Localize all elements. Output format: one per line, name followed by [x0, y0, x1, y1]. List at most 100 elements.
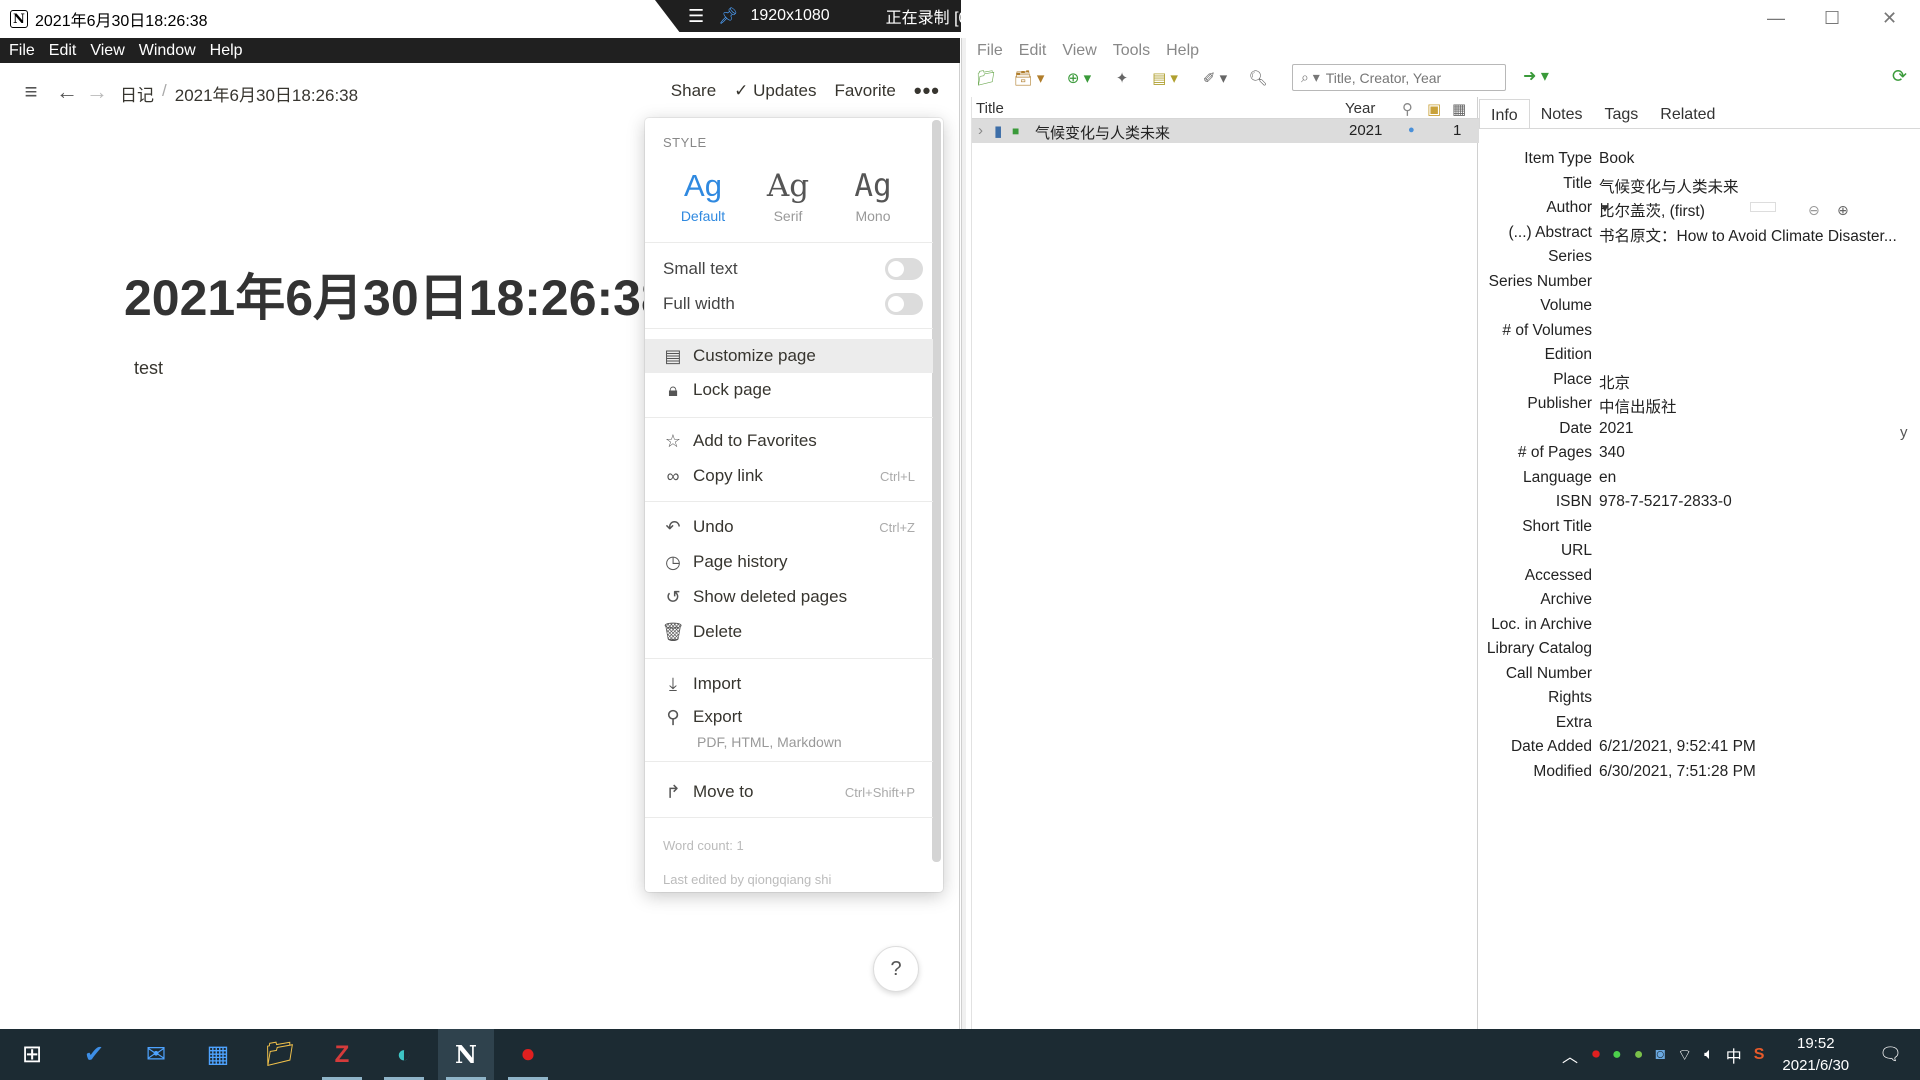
tray-chevron-icon[interactable]: ︿ [1562, 1043, 1578, 1067]
more-button[interactable]: ••• [914, 78, 940, 104]
wifi-icon[interactable]: ⌔ [1677, 1045, 1692, 1065]
clock[interactable]: 19:52 2021/6/30 [1782, 1033, 1849, 1077]
zmenu-tools[interactable]: Tools [1105, 42, 1158, 60]
mail-app-icon[interactable]: ✉ [128, 1029, 184, 1080]
window-close-icon[interactable]: ✕ [1882, 8, 1897, 29]
notes-column-icon[interactable]: ▣ [1427, 100, 1441, 118]
breadcrumb-parent[interactable]: 日记 [120, 81, 154, 106]
sync-icon[interactable]: ⟳ [1892, 66, 1907, 87]
search-input[interactable]: ⌕ ▾ Title, Creator, Year [1292, 64, 1506, 91]
zmenu-edit[interactable]: Edit [1011, 42, 1055, 60]
lock-page-item[interactable]: 🔒︎ Lock page [645, 373, 933, 407]
tab-info[interactable]: Info [1479, 99, 1530, 128]
table-row[interactable]: › ▮ ■ 气候变化与人类未来 2021 ● 1 [972, 119, 1479, 143]
column-picker-icon[interactable]: ▦ [1452, 100, 1466, 118]
share-button[interactable]: Share [671, 81, 716, 101]
page-title[interactable]: 2021年6月30日18:26:38 [124, 258, 644, 330]
todo-app-icon[interactable]: ✔ [66, 1029, 122, 1080]
minimize-icon[interactable]: — [1767, 8, 1785, 29]
tray-app-icon[interactable]: ● [1634, 1046, 1644, 1064]
field-value[interactable]: Book [1599, 150, 1909, 168]
author-mode-switch[interactable] [1750, 202, 1776, 212]
favorite-button[interactable]: Favorite [834, 81, 895, 101]
import-item[interactable]: ⤓ Import [645, 667, 933, 701]
forward-arrow-icon[interactable]: → [84, 79, 110, 105]
menu-edit[interactable]: Edit [42, 42, 84, 60]
column-title[interactable]: Title [976, 100, 1004, 117]
small-text-toggle[interactable] [885, 258, 923, 280]
field-value[interactable]: 书名原文：How to Avoid Climate Disaster... [1599, 224, 1909, 246]
page-history-item[interactable]: ◷ Page history [645, 545, 933, 579]
menu-help[interactable]: Help [203, 42, 250, 60]
tray-network-app-icon[interactable]: ◙ [1655, 1046, 1665, 1064]
field-value[interactable]: 6/30/2021, 7:51:28 PM [1599, 763, 1909, 781]
notification-icon[interactable]: 🗨︎ [1879, 1044, 1902, 1065]
field-value[interactable]: 中信出版社 [1599, 395, 1909, 417]
tab-related[interactable]: Related [1649, 99, 1726, 128]
style-mono-option[interactable]: Ag Mono [833, 168, 913, 224]
copy-link-item[interactable]: ∞ Copy link Ctrl+L [645, 459, 933, 493]
delete-item[interactable]: 🗑︎ Delete [645, 615, 933, 649]
new-collection-icon[interactable]: 📁︎ [971, 67, 1001, 89]
tab-notes[interactable]: Notes [1530, 99, 1594, 128]
locate-icon[interactable]: ➜ ▾ [1523, 66, 1549, 86]
zmenu-help[interactable]: Help [1158, 42, 1207, 60]
author-collapse-icon[interactable]: ▼ [1599, 201, 1611, 215]
field-value[interactable]: 2021 [1599, 420, 1909, 438]
updates-button[interactable]: ✓ Updates [734, 81, 816, 101]
menu-view[interactable]: View [83, 42, 131, 60]
sidebar-toggle-icon[interactable]: ≡ [18, 79, 44, 105]
window-splitter[interactable] [961, 38, 966, 1029]
customize-page-item[interactable]: ▤ Customize page [645, 339, 933, 373]
style-serif-option[interactable]: Ag Serif [748, 168, 828, 224]
move-to-item[interactable]: ↱ Move to Ctrl+Shift+P [645, 775, 933, 809]
tab-tags[interactable]: Tags [1593, 99, 1649, 128]
zotero-app-icon[interactable]: Z [314, 1029, 370, 1080]
tray-recorder-icon[interactable]: ⏺ [1592, 1046, 1600, 1064]
column-year[interactable]: Year [1345, 100, 1375, 117]
menu-icon[interactable]: ☰ [688, 6, 704, 27]
full-width-toggle[interactable] [885, 293, 923, 315]
advanced-search-icon[interactable]: 🔍︎ [1243, 67, 1273, 89]
undo-item[interactable]: ↶ Undo Ctrl+Z [645, 510, 933, 544]
field-value[interactable]: 978-7-5217-2833-0 [1599, 493, 1909, 511]
menu-file[interactable]: File [2, 42, 42, 60]
volume-icon[interactable]: 🔈︎ [1704, 1046, 1714, 1064]
page-body-text[interactable]: test [134, 358, 163, 379]
new-item-icon[interactable]: ⊕ ▾ [1057, 67, 1101, 89]
menu-window[interactable]: Window [132, 42, 203, 60]
screen-recorder-app-icon[interactable]: ⏺ [500, 1029, 556, 1080]
ime-indicator[interactable]: 中 [1726, 1043, 1742, 1067]
new-library-icon[interactable]: 🗃︎ ▾ [1007, 67, 1051, 89]
wechat-icon[interactable]: ● [1612, 1046, 1622, 1064]
attachment-column-icon[interactable]: ⚲ [1402, 100, 1413, 118]
start-windows-icon[interactable]: ⊞ [4, 1029, 60, 1080]
zmenu-file[interactable]: File [969, 42, 1011, 60]
field-value[interactable]: en [1599, 469, 1909, 487]
new-note-icon[interactable]: ▤ ▾ [1143, 67, 1187, 89]
show-deleted-pages-item[interactable]: ↺ Show deleted pages [645, 580, 933, 614]
add-by-identifier-icon[interactable]: ✦ [1107, 67, 1137, 89]
menu-scrollbar[interactable] [932, 120, 941, 862]
file-explorer-icon[interactable]: 📁︎ [252, 1029, 308, 1080]
pin-icon[interactable]: 📌︎ [718, 6, 738, 26]
help-button[interactable]: ? [873, 946, 919, 992]
add-to-favorites-item[interactable]: ☆ Add to Favorites [645, 424, 933, 458]
field-value[interactable]: 340 [1599, 444, 1909, 462]
style-default-option[interactable]: Ag Default [663, 168, 743, 224]
expand-icon[interactable]: › [978, 122, 983, 139]
notion-app-icon[interactable]: N [438, 1029, 494, 1080]
field-value[interactable]: 6/21/2021, 9:52:41 PM [1599, 738, 1909, 756]
zmenu-view[interactable]: View [1054, 42, 1104, 60]
calendar-app-icon[interactable]: ▦ [190, 1029, 246, 1080]
back-arrow-icon[interactable]: ← [54, 79, 80, 105]
field-value[interactable]: 北京 [1599, 371, 1909, 393]
export-item[interactable]: ⚲ Export [645, 700, 933, 734]
author-remove-icon[interactable]: ⊖ [1808, 202, 1820, 219]
author-add-icon[interactable]: ⊕ [1837, 202, 1849, 219]
maximize-icon[interactable]: ☐ [1824, 8, 1840, 29]
sogou-ime-icon[interactable]: S [1754, 1046, 1765, 1064]
edge-browser-icon[interactable]: ◐ [376, 1029, 432, 1080]
attachment-icon[interactable]: ✐ ▾ [1193, 67, 1237, 89]
field-value[interactable]: 气候变化与人类未来 [1599, 175, 1909, 197]
